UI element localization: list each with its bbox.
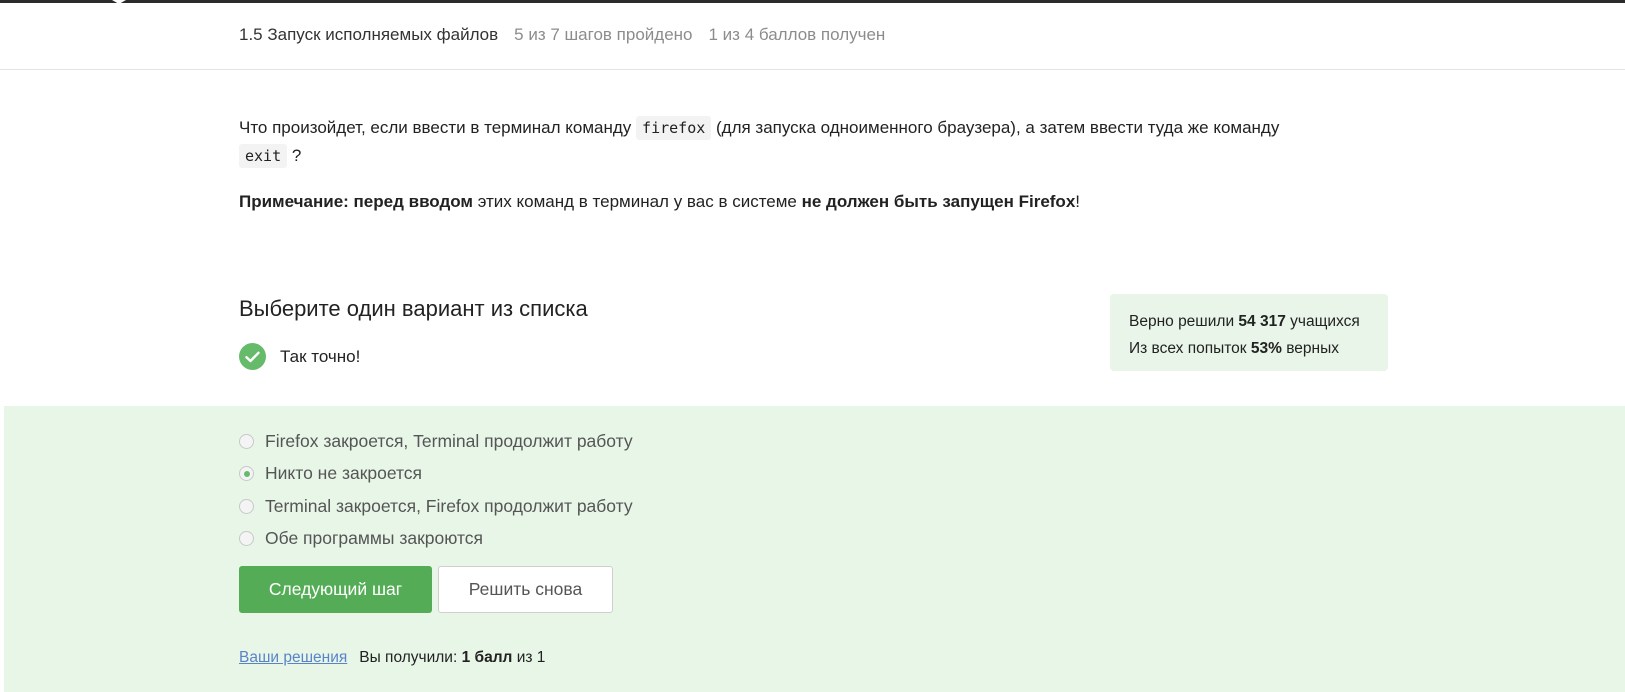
note-text: этих команд в терминал у вас в системе [472, 192, 802, 211]
note-bold-text: Примечание: перед вводом [239, 192, 473, 211]
check-icon [239, 343, 266, 370]
radio-button[interactable] [239, 433, 254, 449]
stats-label: учащихся [1285, 313, 1360, 330]
note-text: ! [1075, 192, 1081, 211]
option-label: Обе программы закроются [265, 528, 483, 549]
your-solutions-link[interactable]: Ваши решения [239, 649, 347, 666]
retry-button[interactable]: Решить снова [438, 566, 613, 613]
question-text-part: Что произойдет, если ввести в терминал к… [239, 118, 637, 137]
score-progress: 1 из 4 баллов получен [708, 25, 886, 44]
steps-progress: 5 из 7 шагов пройдено [514, 25, 693, 44]
lesson-header: 1.5 Запуск исполняемых файлов 5 из 7 шаго… [0, 3, 1625, 70]
feedback-row: Так точно! [239, 343, 360, 370]
next-step-button[interactable]: Следующий шаг [239, 566, 432, 613]
result-text: Вы получили: 1 балл из 1 [359, 649, 545, 666]
stats-solved-count: 54 317 [1238, 313, 1286, 330]
stats-solved-line: Верно решили 54 317 учащихся [1129, 308, 1388, 335]
lesson-header-content: 1.5 Запуск исполняемых файлов 5 из 7 шаго… [239, 25, 885, 45]
stats-correct-percent: 53% [1250, 340, 1282, 357]
note-bold-text: не должен быть запущен Firefox [801, 192, 1076, 211]
option-label: Firefox закроется, Terminal продолжит ра… [265, 430, 633, 451]
question-text: Что произойдет, если ввести в терминал к… [239, 114, 1389, 170]
option-item[interactable]: Обе программы закроются [239, 523, 633, 556]
option-item[interactable]: Никто не закроется [239, 458, 633, 491]
stats-label: Из всех попыток [1129, 340, 1251, 357]
question-text-part: (для запуска одноименного браузера), а з… [711, 118, 1280, 137]
stats-label: верных [1281, 340, 1339, 357]
command-firefox: firefox [636, 116, 712, 140]
result-footer: Ваши решения Вы получили: 1 балл из 1 [239, 649, 545, 667]
radio-button-selected[interactable] [239, 466, 254, 482]
result-label: Вы получили: [359, 649, 462, 666]
option-label: Никто не закроется [265, 463, 423, 484]
option-item[interactable]: Terminal закроется, Firefox продолжит ра… [239, 490, 633, 523]
question-text-part: ? [287, 146, 302, 165]
quiz-heading: Выберите один вариант из списка [239, 296, 588, 321]
result-score: 1 балл [461, 649, 513, 666]
result-label: из 1 [512, 649, 546, 666]
stats-label: Верно решили [1129, 313, 1239, 330]
options-list: Firefox закроется, Terminal продолжит ра… [239, 425, 633, 555]
question-note: Примечание: перед вводом этих команд в т… [239, 192, 1080, 212]
option-label: Terminal закроется, Firefox продолжит ра… [265, 495, 633, 516]
option-item[interactable]: Firefox закроется, Terminal продолжит ра… [239, 425, 633, 458]
radio-button[interactable] [239, 498, 254, 514]
radio-button[interactable] [239, 531, 254, 547]
command-exit: exit [239, 144, 288, 168]
lesson-title[interactable]: 1.5 Запуск исполняемых файлов [239, 25, 498, 44]
stats-attempts-line: Из всех попыток 53% верных [1129, 335, 1388, 362]
stats-box: Верно решили 54 317 учащихся Из всех поп… [1110, 294, 1388, 371]
feedback-text: Так точно! [280, 346, 361, 366]
page: 1.5 Запуск исполняемых файлов 5 из 7 шаго… [0, 0, 1625, 692]
